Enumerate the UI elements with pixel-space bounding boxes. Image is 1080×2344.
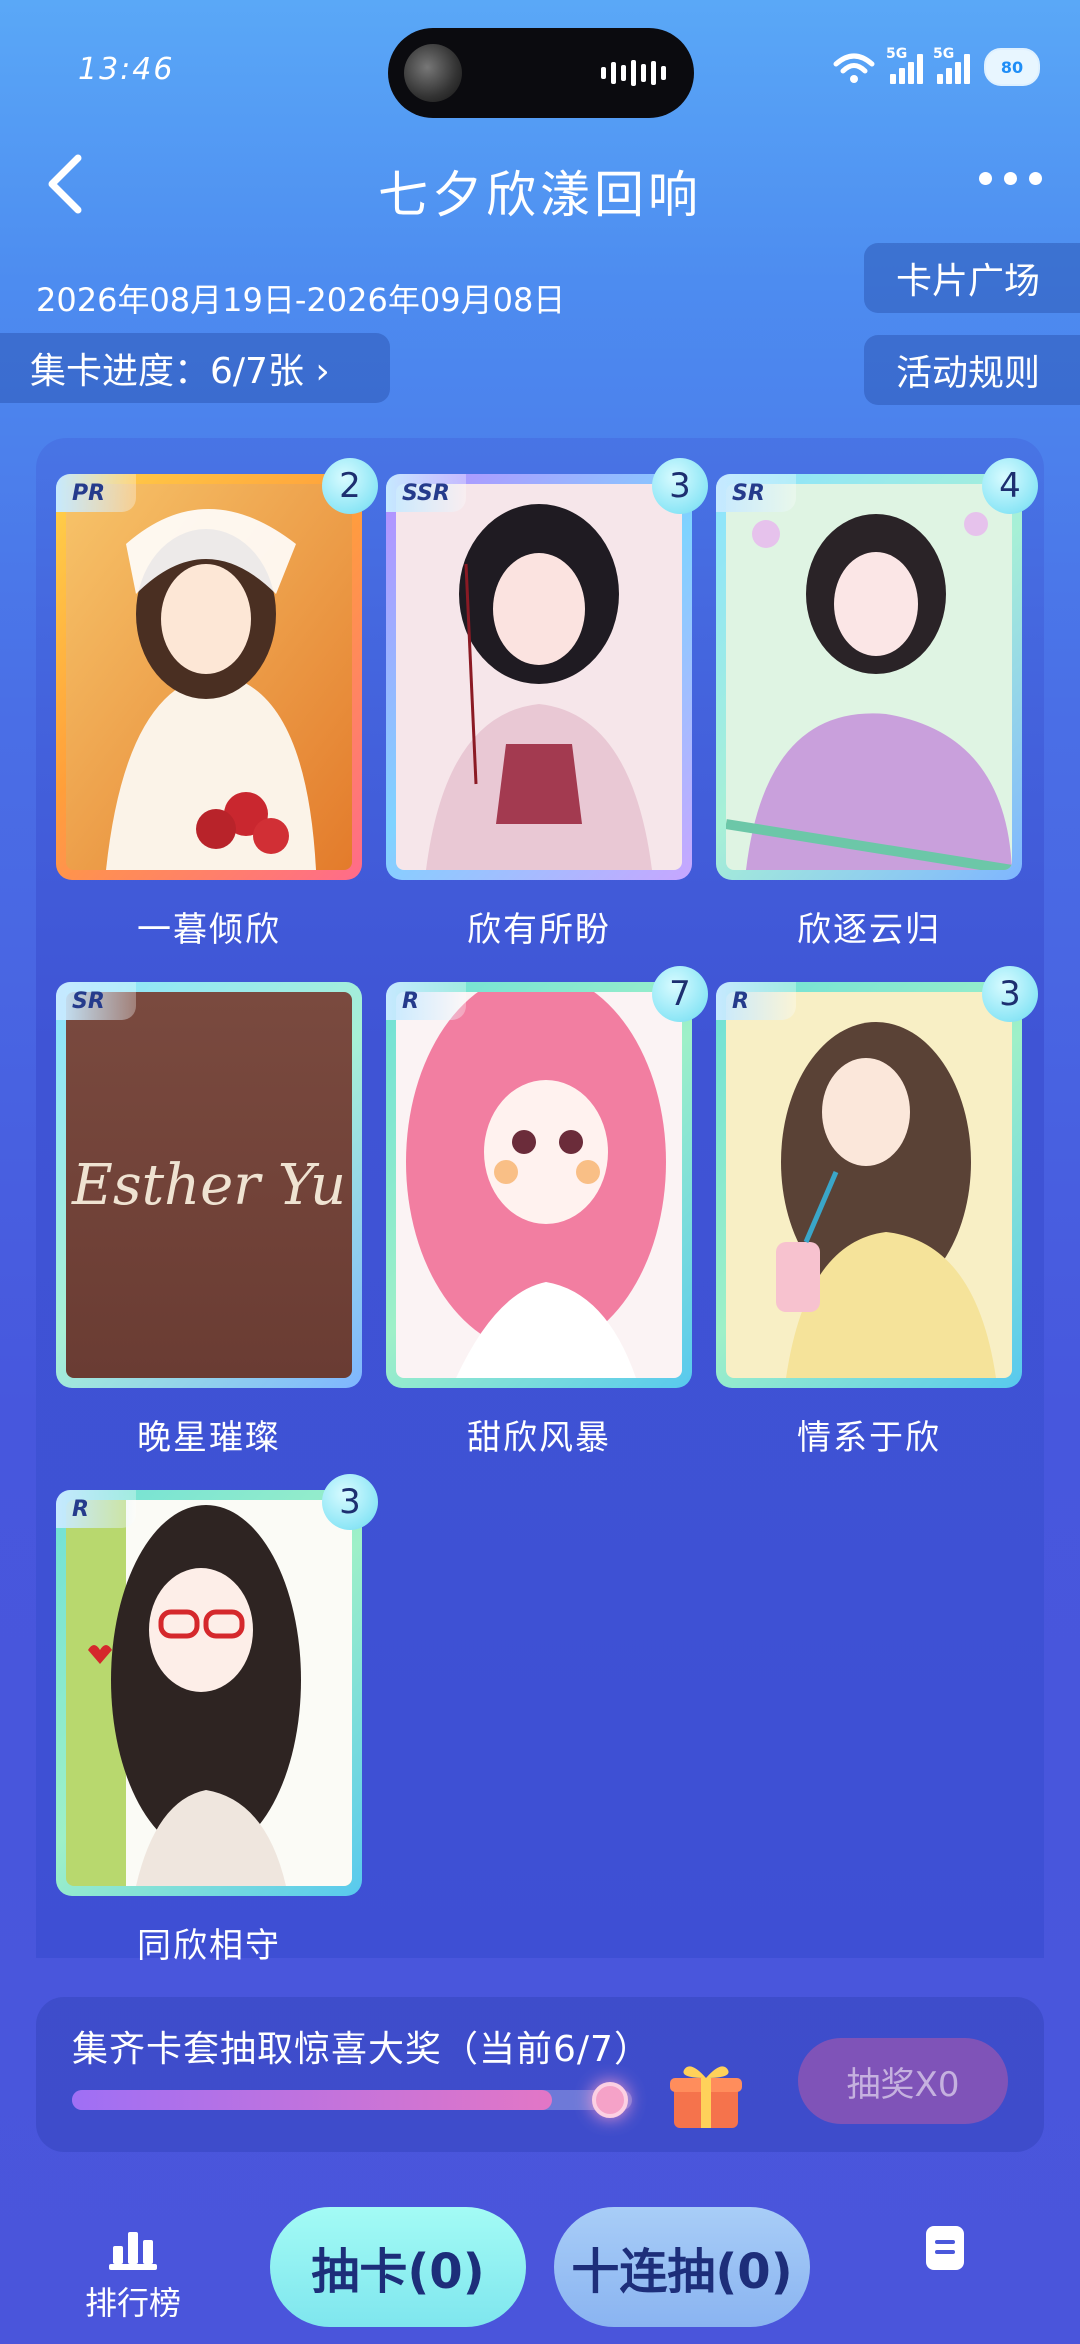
card-count-badge: 3 <box>652 458 708 514</box>
card-art-text: Esther Yu <box>71 1152 347 1218</box>
date-range: 2026年08月19日-2026年09月08日 <box>36 281 566 319</box>
draw-card-button[interactable]: 抽卡(0) <box>270 2207 526 2327</box>
card-count-badge: 4 <box>982 458 1038 514</box>
album-thumbnail <box>404 44 462 102</box>
card-illustration: Esther Yu <box>66 992 352 1378</box>
ten-draw-button[interactable]: 十连抽(0) <box>554 2207 810 2327</box>
page-title: 七夕欣漾回响 <box>378 166 702 224</box>
card-frame: R 3 <box>56 1474 378 1896</box>
card-frame: R 7 <box>386 966 708 1388</box>
card-illustration <box>726 484 1012 870</box>
collection-card[interactable]: Esther Yu SR 晚星璀璨 <box>56 982 362 1459</box>
wifi-icon <box>833 53 875 83</box>
collection-card[interactable]: R 3 同欣相守 <box>56 1474 378 1967</box>
prize-progress-fill <box>72 2090 552 2110</box>
rarity-badge: R <box>56 1490 136 1528</box>
prize-description: 集齐卡套抽取惊喜大奖（当前6/7） <box>72 2029 651 2070</box>
network-type-2: 5G <box>933 46 955 62</box>
signal-icon-2: 5G <box>933 46 970 84</box>
card-frame: Esther Yu SR <box>56 982 362 1388</box>
signal-icon-1: 5G <box>886 46 923 84</box>
rules-button[interactable]: 活动规则 <box>864 335 1080 405</box>
card-name: 欣有所盼 <box>467 910 611 950</box>
battery-icon: 80 <box>984 48 1040 86</box>
card-frame: R 3 <box>716 966 1038 1388</box>
card-count-badge: 3 <box>982 966 1038 1022</box>
collection-card[interactable]: R 7 甜欣风暴 <box>386 966 708 1459</box>
collection-card[interactable]: R 3 情系于欣 <box>716 966 1038 1459</box>
card-illustration <box>396 484 682 870</box>
rarity-badge: R <box>716 982 796 1020</box>
card-square-button[interactable]: 卡片广场 <box>864 243 1080 313</box>
card-frame: PR 2 <box>56 458 378 880</box>
rarity-badge: SR <box>56 982 136 1020</box>
card-count-badge: 2 <box>322 458 378 514</box>
leaderboard-button[interactable]: 排行榜 <box>78 2228 188 2324</box>
audio-wave-icon <box>601 58 666 88</box>
network-type-1: 5G <box>886 46 908 62</box>
card-count-badge: 7 <box>652 966 708 1022</box>
card-frame: SR 4 <box>716 458 1038 880</box>
card-name: 一暮倾欣 <box>137 910 281 950</box>
card-name: 晚星璀璨 <box>137 1418 281 1458</box>
status-icons: 5G 5G 80 <box>832 46 1040 86</box>
rarity-badge: R <box>386 982 466 1020</box>
card-name: 同欣相守 <box>137 1926 281 1966</box>
card-illustration <box>66 1500 352 1886</box>
card-name: 情系于欣 <box>797 1418 941 1458</box>
more-options-icon[interactable] <box>979 172 1042 185</box>
collection-card[interactable]: SSR 3 欣有所盼 <box>386 458 708 951</box>
collection-card[interactable]: PR 2 一暮倾欣 <box>56 458 378 951</box>
leaderboard-label: 排行榜 <box>84 2284 181 2322</box>
card-frame: SSR 3 <box>386 458 708 880</box>
card-name: 欣逐云归 <box>797 910 941 950</box>
dynamic-island <box>388 28 694 118</box>
rarity-badge: SSR <box>386 474 466 512</box>
rarity-badge: PR <box>56 474 136 512</box>
card-collection-panel: PR 2 一暮倾欣 SSR 3 欣有所盼 SR 4 欣逐云归 Esther Yu… <box>36 438 1044 1966</box>
collection-card[interactable]: SR 4 欣逐云归 <box>716 458 1038 951</box>
prize-progress-bar <box>72 2090 632 2110</box>
leaderboard-icon <box>109 2232 157 2270</box>
card-illustration <box>396 992 682 1378</box>
collection-progress-link[interactable]: 集卡进度：6/7张 › <box>0 333 390 403</box>
rarity-badge: SR <box>716 474 796 512</box>
status-time: 13:46 <box>78 52 175 87</box>
gift-icon <box>670 2066 742 2128</box>
progress-thumb <box>592 2082 628 2118</box>
card-name: 甜欣风暴 <box>467 1418 611 1458</box>
card-illustration <box>66 484 352 870</box>
record-icon[interactable] <box>920 2222 970 2272</box>
card-illustration <box>726 992 1012 1378</box>
card-count-badge: 3 <box>322 1474 378 1530</box>
lottery-button[interactable]: 抽奖X0 <box>798 2038 1008 2124</box>
